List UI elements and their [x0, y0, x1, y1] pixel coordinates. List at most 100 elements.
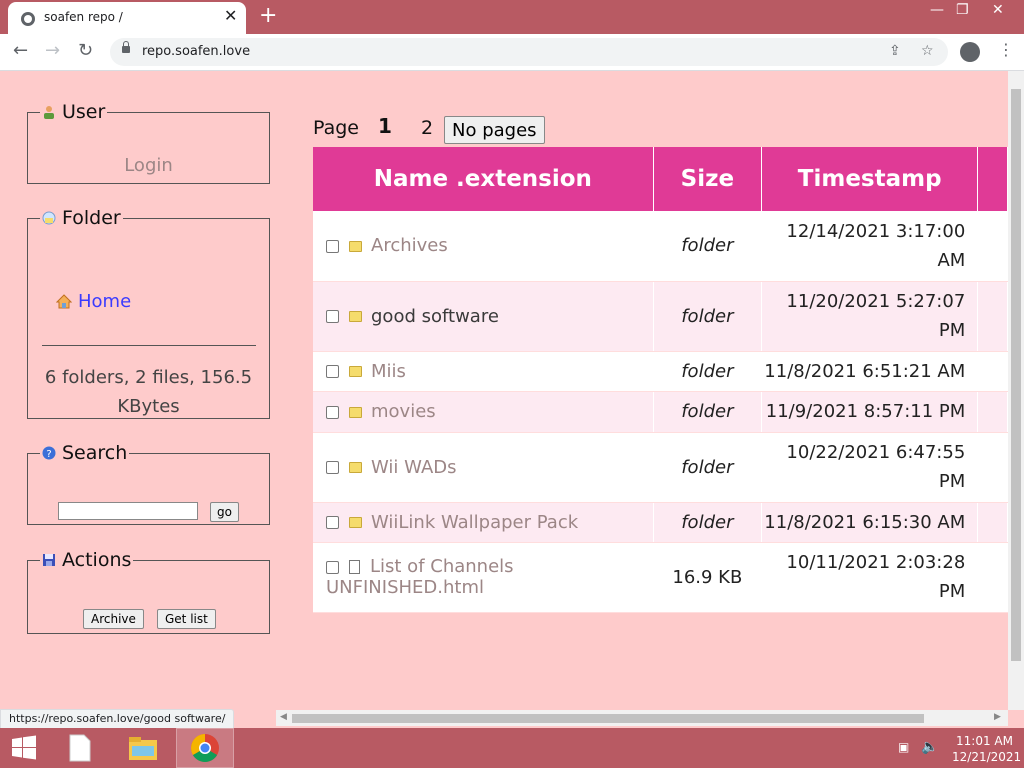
- chrome-icon: [191, 734, 219, 762]
- url-text: repo.soafen.love: [142, 44, 251, 59]
- timestamp-cell: 10/22/2021 6:47:55 PM: [761, 432, 979, 503]
- column-header-size[interactable]: Size: [653, 147, 763, 211]
- reload-icon[interactable]: ↻: [78, 42, 93, 60]
- folder-icon: [349, 366, 362, 377]
- name-cell: good software: [313, 281, 654, 352]
- actions-legend-label: Actions: [62, 549, 132, 571]
- scroll-right-icon[interactable]: ▶: [994, 712, 1001, 722]
- name-cell: Archives: [313, 211, 654, 282]
- row-checkbox[interactable]: [326, 405, 339, 419]
- name-cell: List of Channels UNFINISHED.html: [313, 542, 654, 613]
- table-row: WiiLink Wallpaper Pack folder 11/8/2021 …: [313, 502, 1008, 543]
- file-icon: [349, 560, 360, 574]
- size-cell: folder: [653, 351, 763, 392]
- profile-avatar-icon[interactable]: [960, 42, 980, 62]
- volume-icon[interactable]: 🔈: [921, 739, 938, 755]
- folder-link[interactable]: movies: [371, 401, 436, 422]
- row-checkbox[interactable]: [326, 239, 339, 253]
- table-row: Wii WADs folder 10/22/2021 6:47:55 PM: [313, 432, 1008, 503]
- archive-button[interactable]: Archive: [83, 609, 144, 629]
- folder-link[interactable]: good software: [371, 306, 499, 327]
- windows-logo-icon: [12, 735, 36, 760]
- search-box: ? Search go: [27, 442, 270, 525]
- extra-cell: [977, 542, 1008, 613]
- folder-icon: [349, 462, 362, 473]
- column-header-timestamp[interactable]: Timestamp: [761, 147, 979, 211]
- globe-icon: [21, 12, 35, 26]
- scroll-left-icon[interactable]: ◀: [280, 712, 287, 722]
- page-viewport: User Login Folder Home 6 folders, 2 file…: [0, 71, 1008, 710]
- back-icon[interactable]: ←: [13, 42, 28, 60]
- address-bar[interactable]: repo.soafen.love ⇪ ☆: [110, 38, 948, 66]
- extra-cell: [977, 432, 1008, 503]
- restore-icon[interactable]: ❐: [956, 2, 969, 18]
- row-checkbox[interactable]: [326, 365, 339, 378]
- row-checkbox[interactable]: [326, 310, 339, 323]
- user-legend: User: [40, 101, 107, 123]
- clock-time[interactable]: 11:01 AM: [956, 734, 1013, 748]
- extra-cell: [977, 502, 1008, 543]
- lock-icon: [122, 41, 130, 53]
- row-checkbox[interactable]: [326, 560, 339, 574]
- page-link-1[interactable]: 1: [378, 114, 392, 138]
- page-link-2[interactable]: 2: [421, 117, 433, 139]
- folder-legend-label: Folder: [62, 207, 121, 229]
- no-pages-button[interactable]: No pages: [444, 116, 545, 144]
- actions-box: Actions Archive Get list: [27, 549, 270, 634]
- tab-title: soafen repo /: [44, 10, 123, 24]
- get-list-button[interactable]: Get list: [157, 609, 216, 629]
- size-cell: 16.9 KB: [653, 542, 763, 613]
- close-tab-icon[interactable]: ✕: [224, 8, 237, 24]
- timestamp-cell: 12/14/2021 3:17:00 AM: [761, 211, 979, 282]
- go-button[interactable]: go: [210, 502, 239, 522]
- search-legend: ? Search: [40, 442, 129, 464]
- network-icon[interactable]: ▣: [898, 740, 909, 754]
- table-row: Miis folder 11/8/2021 6:51:21 AM: [313, 351, 1008, 392]
- kebab-menu-icon[interactable]: ⋮: [998, 40, 1014, 59]
- horizontal-scrollbar[interactable]: ◀ ▶: [276, 710, 1008, 726]
- size-cell: folder: [653, 281, 763, 352]
- home-link[interactable]: Home: [56, 291, 131, 312]
- start-button[interactable]: [0, 728, 58, 768]
- name-cell: WiiLink Wallpaper Pack: [313, 502, 654, 543]
- search-input[interactable]: [58, 502, 198, 520]
- home-icon: [56, 294, 72, 309]
- vertical-scrollbar[interactable]: [1008, 71, 1024, 710]
- folder-link[interactable]: Wii WADs: [371, 457, 457, 478]
- login-link[interactable]: Login: [28, 155, 269, 176]
- share-icon[interactable]: ⇪: [889, 43, 901, 59]
- svg-text:?: ?: [46, 449, 51, 460]
- minimize-icon[interactable]: —: [930, 2, 944, 18]
- table-row: movies folder 11/9/2021 8:57:11 PM: [313, 391, 1008, 433]
- vertical-scroll-thumb[interactable]: [1011, 89, 1021, 661]
- home-label: Home: [78, 291, 132, 312]
- browser-tab[interactable]: soafen repo / ✕: [8, 2, 246, 34]
- forward-icon[interactable]: →: [45, 42, 60, 60]
- horizontal-scroll-thumb[interactable]: [292, 714, 924, 723]
- folder-link[interactable]: Miis: [371, 361, 406, 382]
- new-tab-icon[interactable]: +: [259, 4, 277, 28]
- row-checkbox[interactable]: [326, 461, 339, 474]
- browser-titlebar: soafen repo / ✕ + — ❐ ✕: [0, 0, 1024, 34]
- name-cell: movies: [313, 391, 654, 433]
- folder-icon: [349, 406, 362, 418]
- table-header-row: Name .extension Size Timestamp: [313, 147, 1008, 211]
- column-header-name[interactable]: Name .extension: [313, 147, 654, 211]
- user-legend-label: User: [62, 101, 106, 123]
- bookmark-star-icon[interactable]: ☆: [921, 43, 934, 59]
- table-row: Archives folder 12/14/2021 3:17:00 AM: [313, 211, 1008, 282]
- file-table: Name .extension Size Timestamp Archives …: [313, 147, 1008, 613]
- taskbar-chrome[interactable]: [176, 728, 234, 768]
- user-icon: [44, 106, 54, 119]
- taskbar-notepad[interactable]: [52, 728, 110, 768]
- folder-link[interactable]: WiiLink Wallpaper Pack: [371, 512, 578, 533]
- row-checkbox[interactable]: [326, 516, 339, 529]
- table-row: good software folder 11/20/2021 5:27:07 …: [313, 281, 1008, 352]
- page-label: Page: [313, 117, 359, 139]
- taskbar-file-explorer[interactable]: [113, 728, 171, 768]
- file-explorer-icon: [129, 737, 157, 760]
- browser-toolbar: ← → ↻ repo.soafen.love ⇪ ☆ ⋮: [0, 34, 1024, 71]
- close-window-icon[interactable]: ✕: [992, 2, 1004, 18]
- clock-date[interactable]: 12/21/2021: [952, 750, 1021, 764]
- folder-link[interactable]: Archives: [371, 235, 448, 256]
